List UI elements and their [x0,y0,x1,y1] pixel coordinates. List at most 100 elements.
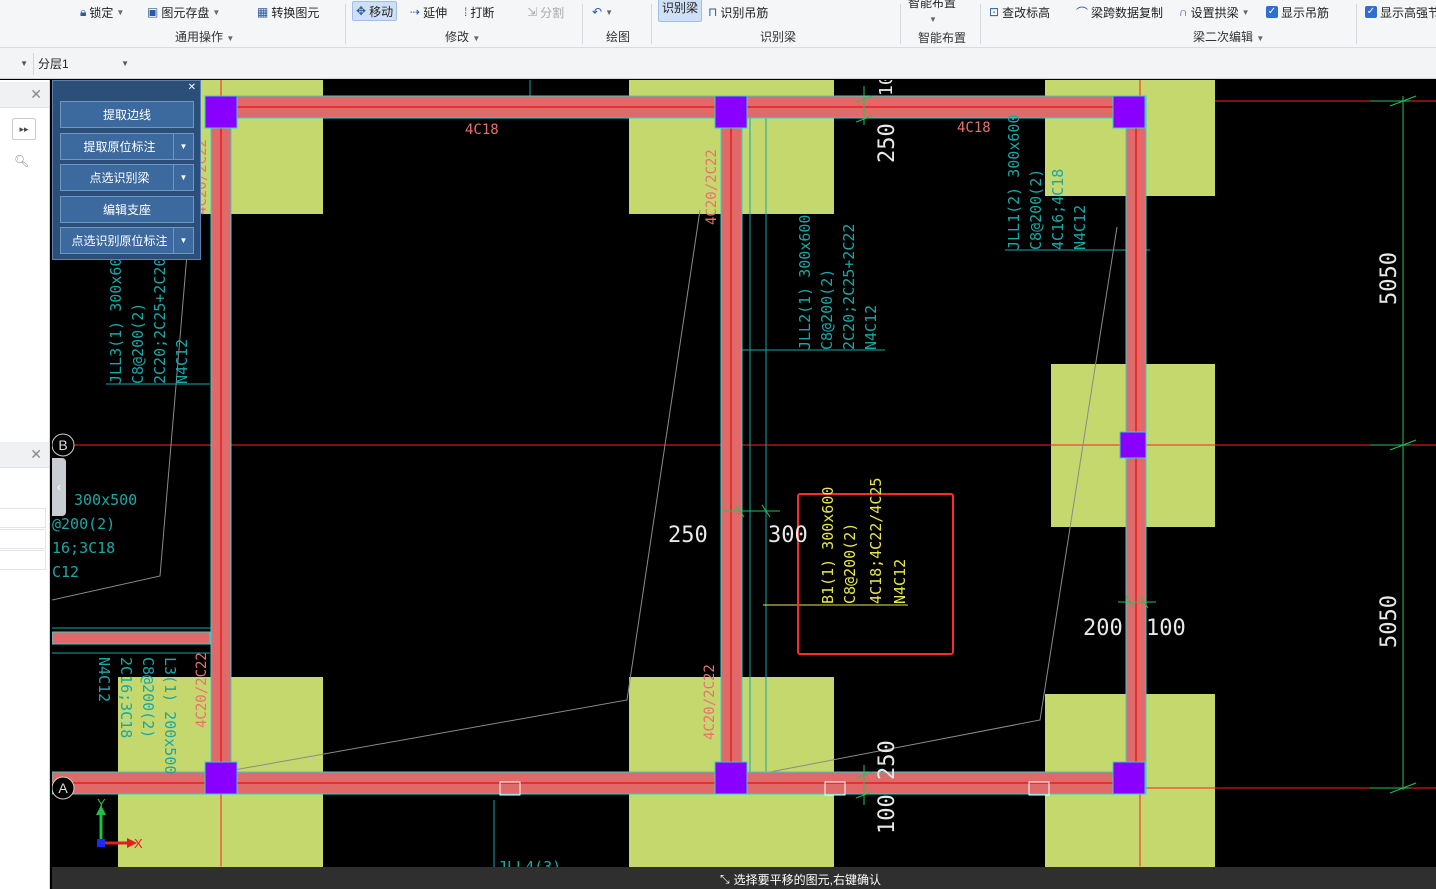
collapse-panel-button[interactable]: ‹ [52,458,66,516]
label-line: 300x500 [74,491,137,509]
dimension-text[interactable]: 250 [875,740,900,780]
chevron-down-icon: ▼ [1241,7,1250,17]
group-draw[interactable]: 绘图 [606,28,630,45]
property-row[interactable] [0,550,46,570]
extract-label-button[interactable]: 提取原位标注 ▼ [60,133,194,160]
smart-layout-dropdown[interactable]: ▼ [929,9,937,29]
split-button[interactable]: ⇲ 分割 [527,2,564,22]
label-line: @200(2) [52,515,115,533]
chevron-down-icon[interactable]: ▼ [173,228,193,253]
label-line: C8@200(2) [129,303,147,384]
beam-left-stub[interactable] [52,631,211,645]
dimension-text[interactable]: 100 [876,80,897,96]
column[interactable] [1112,761,1146,795]
label-line: L3(1) 200x500 [161,657,179,774]
chevron-down-icon: ▼ [121,59,129,68]
identify-beam-button[interactable]: 识别梁 [658,0,703,22]
hanger-icon: ⊓ [708,5,718,19]
lock-icon: 🔒︎ [80,4,87,19]
dimension-text[interactable]: 5050 [1377,595,1402,648]
extract-edge-button[interactable]: 提取边线 [60,101,194,128]
dimension-text[interactable]: 250 [875,123,900,163]
property-row[interactable] [0,529,46,549]
close-icon[interactable]: ✕ [30,446,42,463]
save-element-label: 图元存盘 [161,5,210,20]
ucs-x-label: X [134,836,143,851]
convert-element-button[interactable]: ▦ 转换图元 [257,2,319,22]
group-beam-edit[interactable]: 梁二次编辑 ▼ [1193,28,1264,45]
group-identify-beam[interactable]: 识别梁 [760,28,796,45]
b1-label[interactable]: B1(1) 300x600 C8@200(2) 4C18;4C22/4C25 N… [819,478,909,604]
pick-identify-label-button[interactable]: 点选识别原位标注 ▼ [60,227,194,254]
cad-canvas[interactable]: B A 2 4 4C18 4C18 4C20/2C22 4C20/2C22 4C… [52,80,1436,889]
check-elevation-label: 查改标高 [1002,5,1051,20]
label-line: 2C16;3C18 [117,657,135,738]
secondary-toolbar: ▼ 分层1 ▼ [0,48,1436,79]
jll2-label[interactable]: JLL2(1) 300x600 C8@200(2) 2C20;2C25+2C22… [796,215,880,350]
chevron-down-icon[interactable]: ▼ [173,134,193,159]
label-line: 2C20;2C25+2C22 [840,224,858,350]
layer-select[interactable]: 分层1 ▼ [33,53,133,75]
cad-drawing[interactable]: B A 2 4 4C18 4C18 4C20/2C22 4C20/2C22 4C… [52,80,1436,889]
close-icon[interactable]: ✕ [188,82,196,94]
group-modify[interactable]: 修改 ▼ [445,28,480,45]
group-common-label: 通用操作 [175,30,224,44]
column[interactable] [204,95,238,129]
search-icon[interactable]: 🔍︎ [14,154,29,168]
check-elevation-button[interactable]: ⊡ 查改标高 [989,2,1050,22]
show-hanger-label: 显示吊筋 [1281,5,1330,20]
show-hanger-checkbox[interactable]: ✓ 显示吊筋 [1266,2,1329,22]
chevron-down-icon: ▼ [212,7,221,17]
split-label: 分割 [540,5,565,20]
edit-support-button[interactable]: 编辑支座 [60,196,194,223]
rebar-label[interactable]: 4C20/2C22 [704,149,720,225]
draw-arc-button[interactable]: ↶ ▼ [592,2,613,22]
dimension-text[interactable]: 100 [1146,616,1186,641]
break-label: 打断 [470,5,495,20]
property-row[interactable] [0,508,46,528]
chevron-down-icon: ▼ [605,7,613,17]
dimension-text[interactable]: 250 [668,523,708,548]
column[interactable] [714,761,748,795]
identify-beam-tool-panel: ✕ 提取边线 提取原位标注 ▼ 点选识别梁 ▼ 编辑支座 点选识别原位标注 ▼ [52,80,201,260]
break-button[interactable]: ⁞ 打断 [464,2,494,22]
axis-label-b: B [58,437,67,453]
save-element-button[interactable]: ▣ 图元存盘 ▼ [147,2,220,22]
column[interactable] [714,95,748,129]
lock-button[interactable]: 🔒︎ 锁定 ▼ [80,2,124,22]
show-high-strength-checkbox[interactable]: ✓ 显示高强节 [1365,2,1436,22]
rebar-label[interactable]: 4C20/2C22 [194,652,210,728]
jll3-label[interactable]: JLL3(1) 300x600 C8@200(2) 2C20;2C25+2C20… [107,249,191,384]
span-copy-button[interactable]: ⌒ 梁跨数据复制 [1076,2,1163,22]
label-line: C8@200(2) [139,657,157,738]
show-high-strength-label: 显示高强节 [1380,5,1436,20]
column[interactable] [1112,95,1146,129]
identify-hanger-button[interactable]: ⊓ 识别吊筋 [708,2,768,22]
group-beam-edit-label: 梁二次编辑 [1193,30,1254,44]
label-line: JLL2(1) 300x600 [796,215,814,350]
extend-button[interactable]: ⇢ 延伸 [410,2,447,22]
first-combo[interactable]: ▼ [0,53,32,75]
pick-identify-beam-label: 点选识别梁 [89,171,150,185]
chevron-down-icon[interactable]: ▼ [173,165,193,190]
rebar-label[interactable]: 4C18 [465,122,499,138]
move-icon: ✥ [356,4,367,18]
pick-identify-beam-button[interactable]: 点选识别梁 ▼ [60,164,194,191]
dimension-text[interactable]: 5050 [1377,252,1402,305]
move-button[interactable]: ✥ 移动 [352,1,398,21]
group-common-ops[interactable]: 通用操作 ▼ [175,28,234,45]
column[interactable] [204,761,238,795]
group-smart-layout[interactable]: 智能布置 [918,29,966,46]
set-arch-beam-button[interactable]: ∩ 设置拱梁 ▼ [1179,2,1250,22]
expand-button[interactable]: ▸▸ [12,118,36,140]
rebar-label[interactable]: 4C18 [957,120,991,136]
left-panel: ✕ ▸▸ 🔍︎ ✕ [0,80,50,889]
label-line: C8@200(2) [1027,169,1045,250]
axis-label-a: A [58,780,68,796]
dimension-text[interactable]: 200 [1083,616,1123,641]
column[interactable] [1119,431,1147,459]
close-icon[interactable]: ✕ [30,86,42,103]
dimension-text[interactable]: 100 [875,794,900,834]
dimension-text[interactable]: 300 [768,523,808,548]
rebar-label[interactable]: 4C20/2C22 [702,664,718,740]
